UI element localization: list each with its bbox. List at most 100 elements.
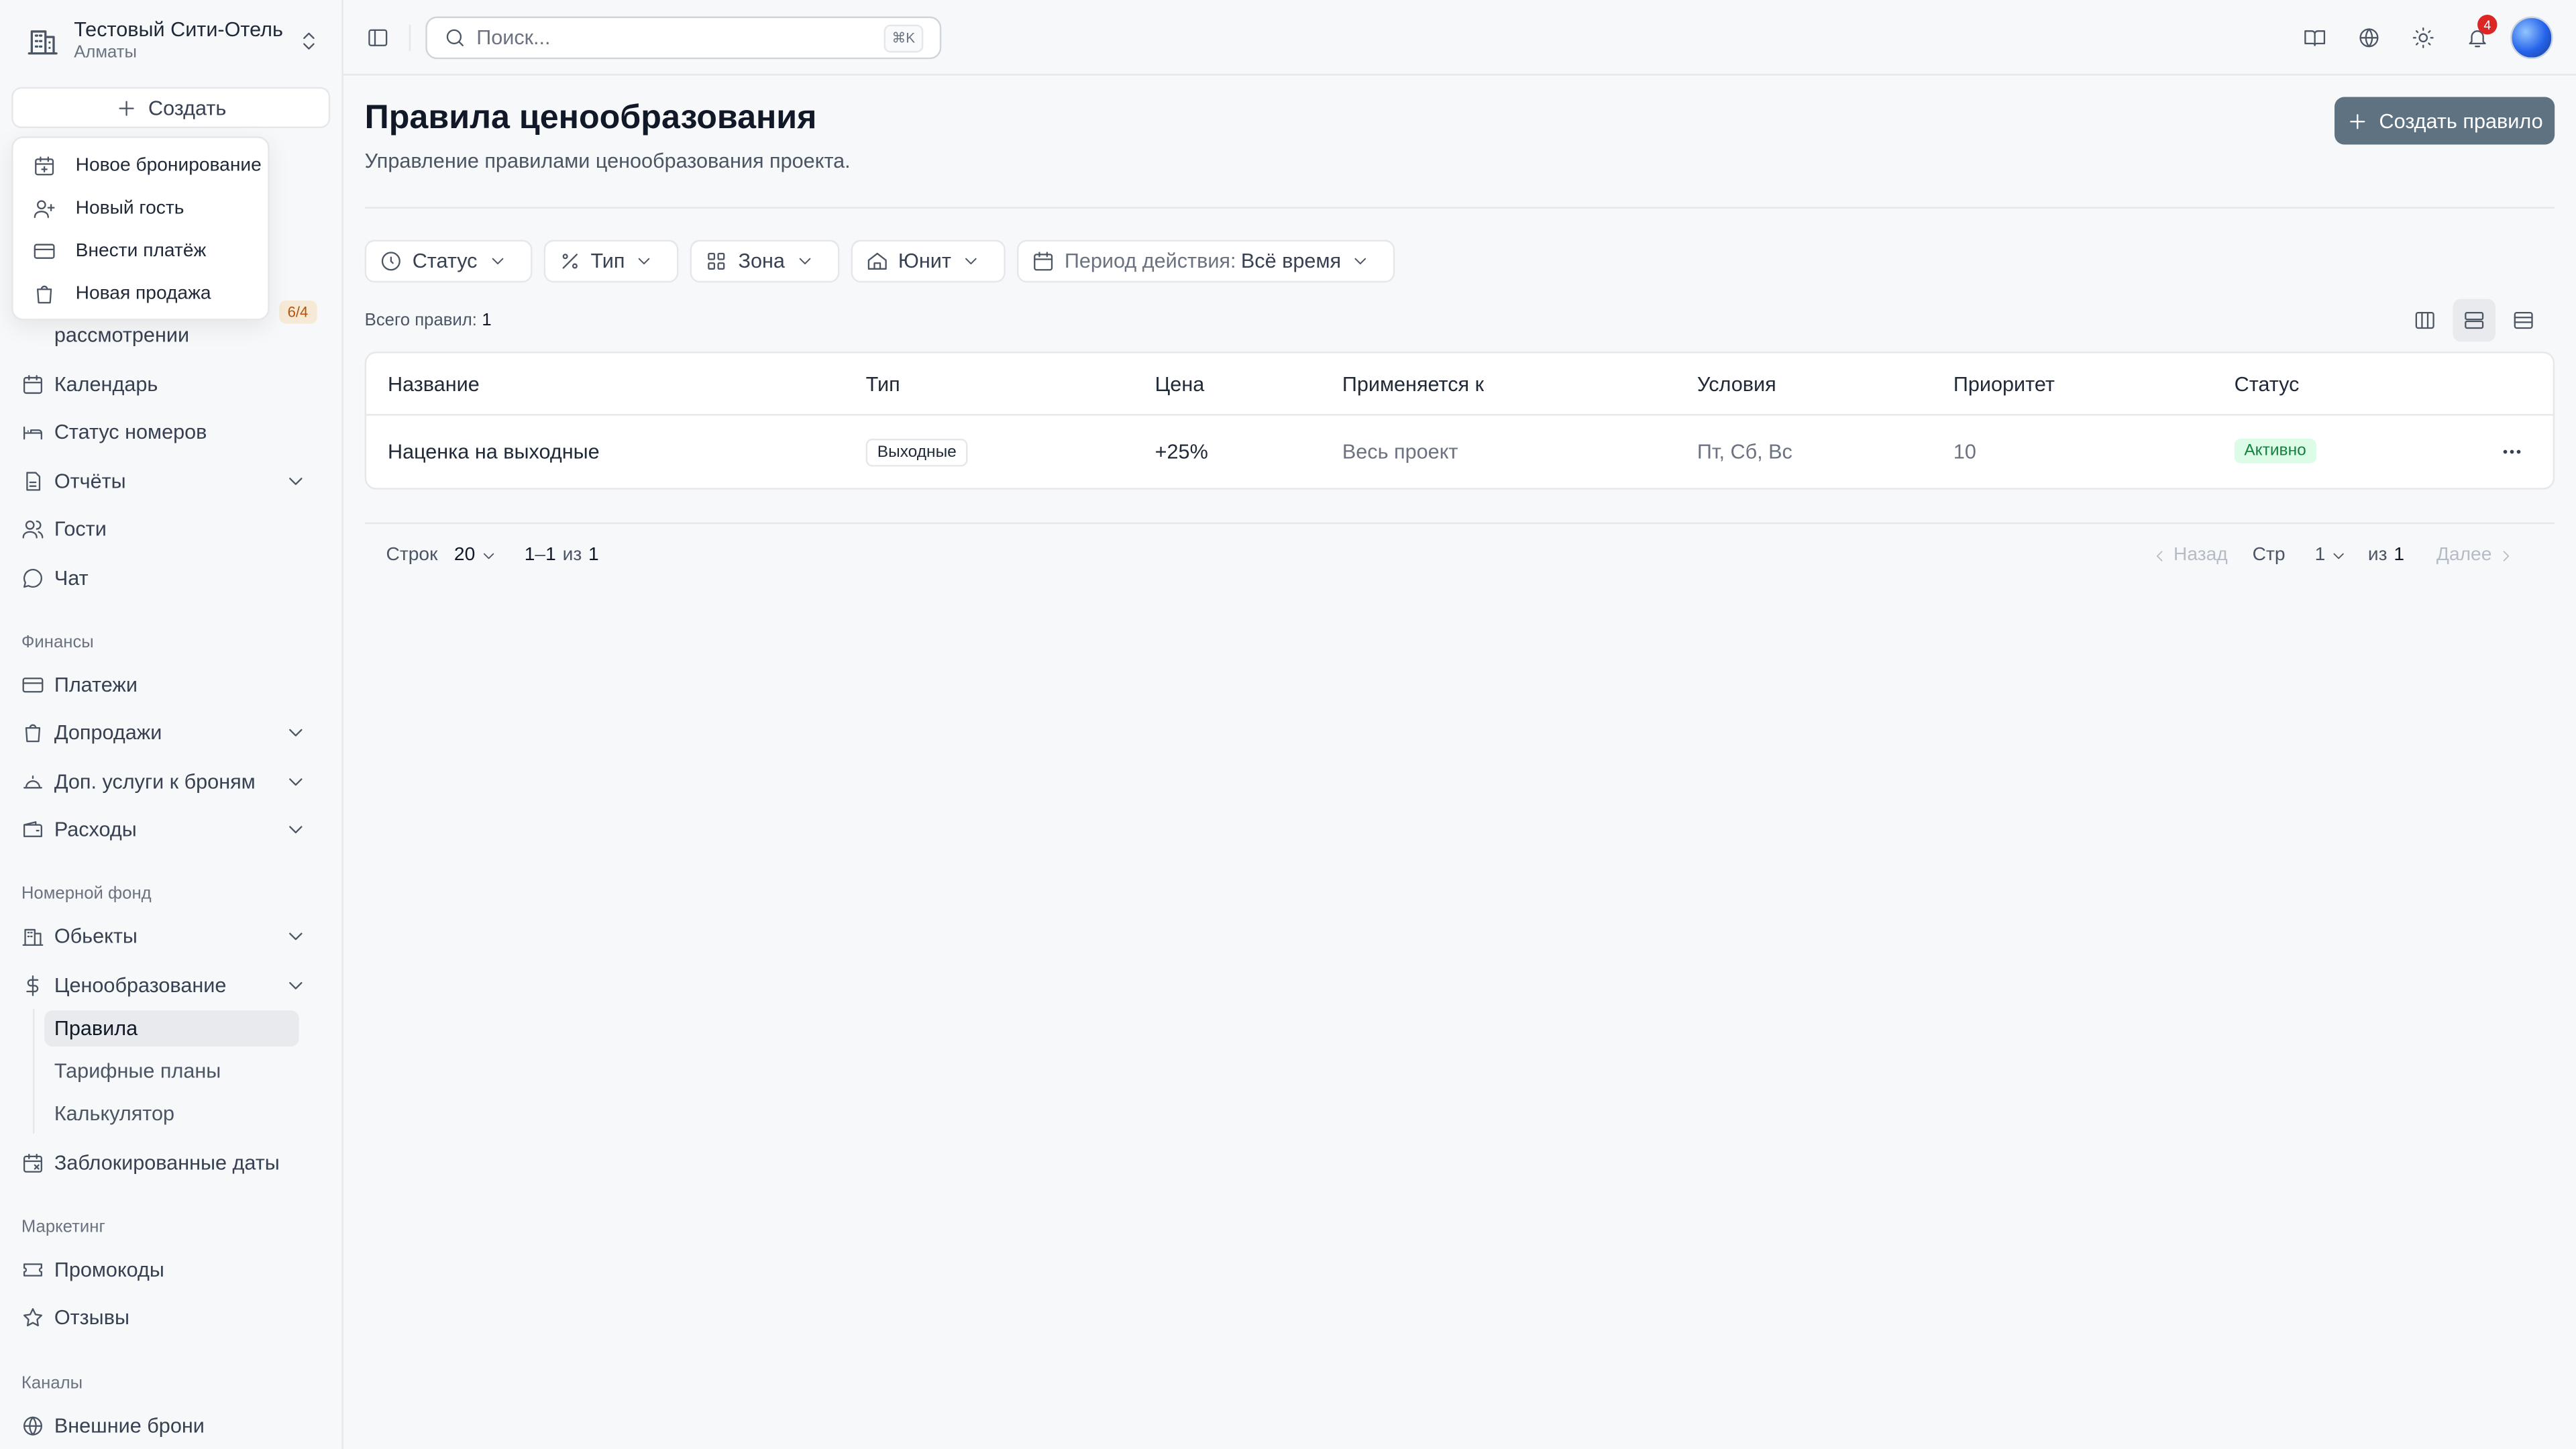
chevron-down-icon[interactable] [284, 974, 307, 997]
rows-icon [2465, 311, 2484, 329]
sidebar-item-upsells[interactable]: Допродажи [21, 714, 324, 751]
org-switcher[interactable]: Тестовый Сити-Отель Алматы [0, 0, 343, 82]
sidebar-item-promocodes[interactable]: Промокоды [21, 1252, 324, 1288]
sidebar-item-external-bookings[interactable]: Внешние брони [21, 1408, 324, 1444]
rule-price: +25% [1155, 440, 1208, 464]
create-button[interactable]: Создать [11, 87, 331, 129]
rows-select[interactable]: 20 [454, 545, 498, 565]
sidebar-item-label: Доп. услуги к броням [54, 770, 256, 794]
chevron-down-icon [1355, 258, 1366, 265]
filter-status[interactable]: Статус [364, 239, 532, 283]
filter-type[interactable]: Тип [543, 239, 680, 283]
language-button[interactable] [2341, 0, 2396, 76]
range-dash: – [535, 545, 546, 566]
plus-icon [2350, 113, 2365, 129]
next-label: Далее [2436, 545, 2492, 566]
sidebar-item-label: Допродажи [54, 721, 162, 745]
user-plus-icon [34, 200, 55, 219]
view-columns-button[interactable] [2404, 299, 2447, 342]
filter-label: Зона [738, 250, 785, 273]
page-select[interactable]: 1 [2315, 545, 2349, 565]
sidebar-item-expenses[interactable]: Расходы [21, 812, 324, 848]
sidebar-item-label: Отчёты [54, 470, 126, 493]
section-marketing: Маркетинг [21, 1217, 105, 1238]
menu-item-new-booking[interactable]: Новое бронирование [13, 145, 268, 188]
create-rule-button[interactable]: Создать правило [2334, 97, 2555, 145]
page-total: 1 [2394, 545, 2405, 566]
menu-item-new-sale[interactable]: Новая продажа [13, 273, 268, 316]
globe-icon [2359, 28, 2378, 48]
menu-item-label: Внести платёж [75, 241, 207, 262]
sidebar-item-rate-plans[interactable]: Тарифные планы [44, 1053, 299, 1089]
sidebar-item-extra-services[interactable]: Доп. услуги к броням [21, 764, 324, 800]
chevron-down-icon[interactable] [284, 470, 307, 492]
filter-period-value: Всё время [1240, 250, 1342, 273]
search-input[interactable] [476, 26, 871, 50]
chevrons-up-down-icon[interactable] [297, 30, 320, 52]
chevron-down-icon[interactable] [284, 925, 307, 948]
circle-clock-icon [381, 252, 400, 271]
view-rows-button[interactable] [2453, 299, 2496, 342]
column-header[interactable]: Приоритет [1953, 373, 2055, 396]
prev-page-button[interactable]: Назад [2151, 545, 2228, 565]
sidebar-item-objects[interactable]: Обьекты [21, 918, 324, 955]
chevron-left-icon [2156, 550, 2163, 561]
column-header[interactable]: Название [388, 373, 480, 396]
book-open-icon [2303, 30, 2324, 46]
column-header[interactable]: Тип [866, 373, 900, 396]
filter-zone[interactable]: Зона [690, 239, 839, 283]
plus-icon [119, 100, 135, 115]
bed-icon [23, 426, 42, 440]
menu-item-add-payment[interactable]: Внести платёж [13, 230, 268, 273]
org-city: Алматы [74, 42, 138, 63]
sidebar-item-label: Обьекты [54, 924, 138, 949]
sidebar-item-guests[interactable]: Гости [21, 511, 324, 547]
sidebar-item-reviews[interactable]: Отзывы [21, 1299, 324, 1336]
column-header[interactable]: Применяется к [1342, 373, 1484, 396]
sidebar-item-calculator[interactable]: Калькулятор [44, 1095, 299, 1132]
sidebar-item-review[interactable]: рассмотрении [54, 323, 189, 346]
sidebar-item-blocked-dates[interactable]: Заблокированные даты [21, 1145, 324, 1181]
chevron-down-icon[interactable] [284, 818, 307, 841]
sidebar-item-rules[interactable]: Правила [44, 1010, 299, 1047]
rows-label: Строк [386, 545, 438, 566]
rule-name[interactable]: Наценка на выходные [388, 440, 600, 463]
filter-unit[interactable]: Юнит [850, 239, 1006, 283]
row-actions-button[interactable] [2496, 435, 2528, 468]
docs-button[interactable] [2287, 0, 2341, 76]
sidebar-item-reports[interactable]: Отчёты [21, 464, 324, 500]
calendar-icon [1034, 252, 1053, 271]
create-rule-label: Создать правило [2379, 109, 2543, 133]
chevron-right-icon [2502, 550, 2509, 561]
sidebar-item-payments[interactable]: Платежи [21, 667, 324, 703]
sidebar-item-room-status[interactable]: Статус номеров [21, 414, 324, 450]
menu-item-new-guest[interactable]: Новый гость [13, 187, 268, 230]
column-header[interactable]: Цена [1155, 373, 1205, 396]
filter-period[interactable]: Период действия: Всё время [1016, 239, 1395, 283]
theme-toggle-button[interactable] [2396, 0, 2450, 76]
next-page-button[interactable]: Далее [2436, 545, 2515, 565]
sidebar-item-chat[interactable]: Чат [21, 560, 324, 596]
view-compact-button[interactable] [2502, 299, 2545, 342]
calendar-icon [23, 375, 42, 394]
sidebar-item-label: Отзывы [54, 1305, 129, 1330]
chevron-down-icon[interactable] [284, 771, 307, 794]
review-count-badge: 6/4 [279, 301, 317, 324]
section-channels: Каналы [21, 1373, 83, 1393]
sidebar-toggle-icon[interactable] [366, 26, 389, 49]
ticket-icon [23, 1263, 42, 1277]
building-icon [28, 30, 58, 55]
sidebar-item-pricing[interactable]: Ценообразование [21, 967, 324, 1004]
notifications-button[interactable]: 4 [2449, 0, 2504, 76]
sidebar-item-calendar[interactable]: Календарь [21, 366, 324, 402]
search-box[interactable]: ⌘K [425, 16, 942, 60]
more-horizontal-icon [2503, 449, 2521, 454]
filter-label: Тип [590, 250, 625, 273]
total-label: Всего правил: [364, 310, 477, 331]
column-header[interactable]: Статус [2235, 373, 2300, 396]
rows-value: 20 [453, 545, 476, 566]
avatar[interactable] [2510, 16, 2553, 60]
chevron-down-icon[interactable] [284, 721, 307, 744]
filter-label: Статус [412, 250, 478, 273]
column-header[interactable]: Условия [1697, 373, 1776, 396]
